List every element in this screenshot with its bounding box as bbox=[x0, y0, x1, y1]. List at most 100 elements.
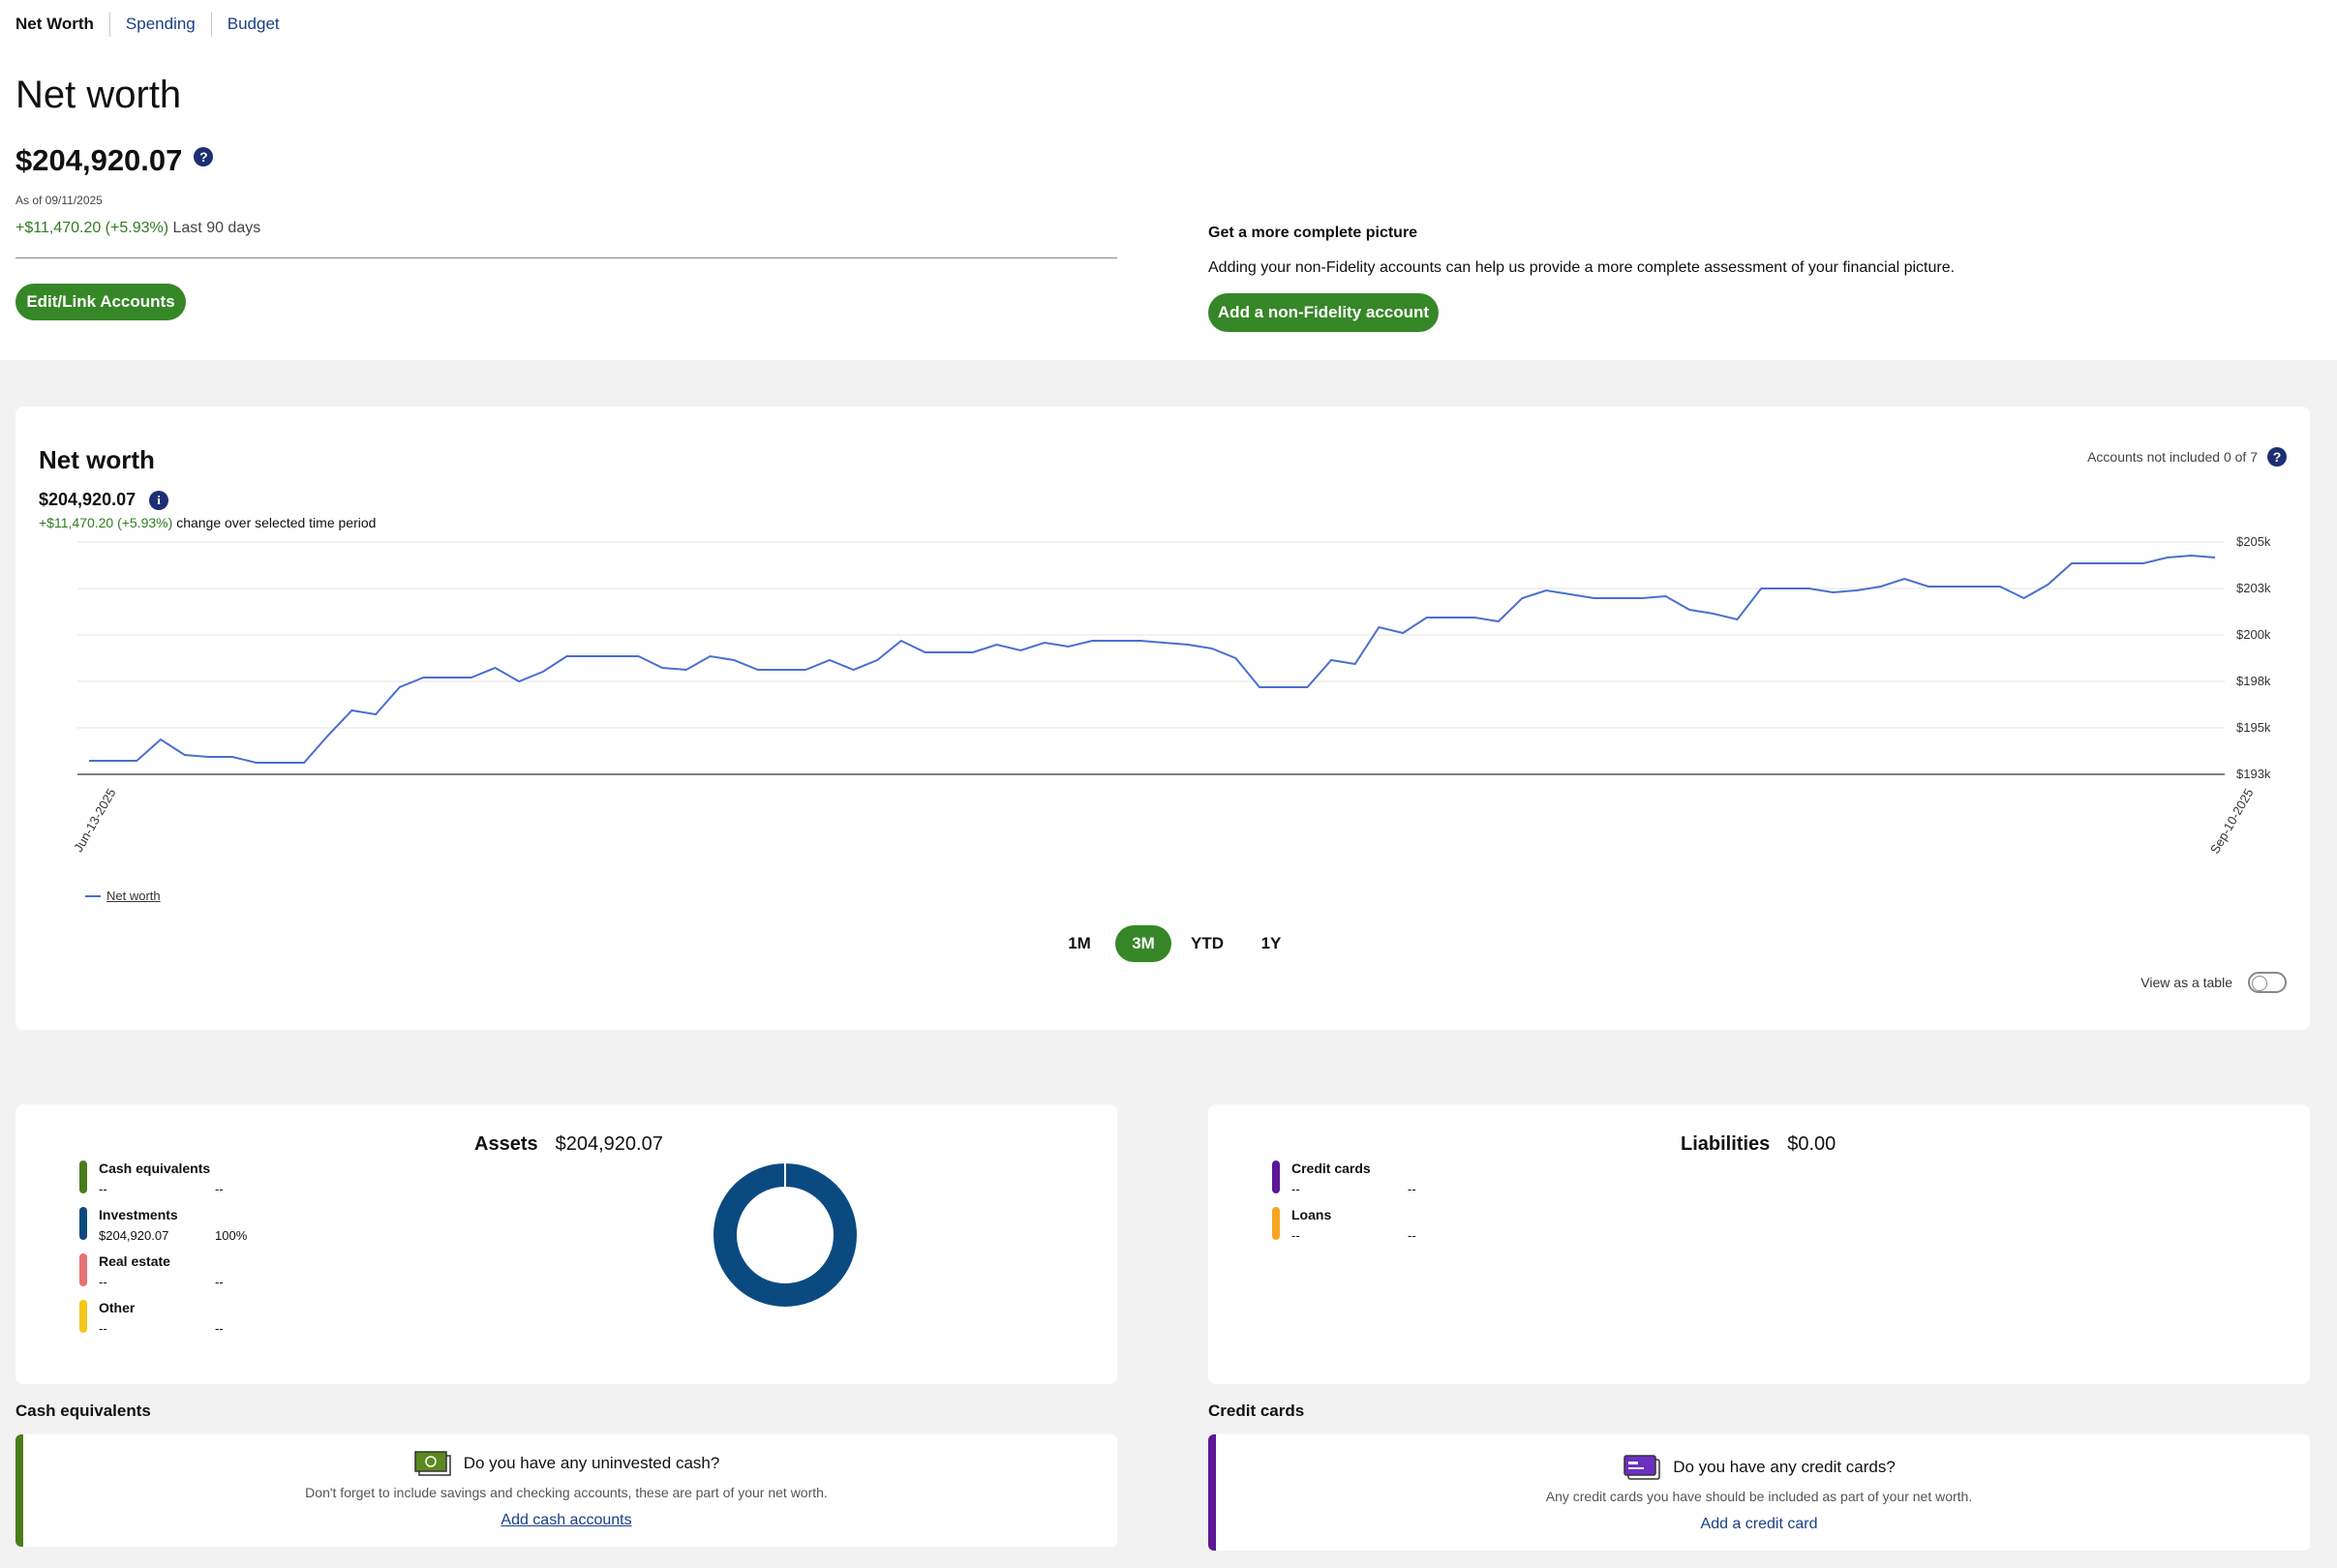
x-tick-label: Sep-10-2025 bbox=[2207, 786, 2257, 857]
asset-name: Other bbox=[99, 1300, 136, 1315]
liability-value: -- bbox=[1291, 1228, 1300, 1243]
tab-bar: Net Worth Spending Budget bbox=[15, 12, 295, 37]
assets-header: Assets $204,920.07 bbox=[474, 1133, 663, 1156]
view-as-table: View as a table bbox=[2140, 972, 2287, 993]
asset-item-cash: Cash equivalents -- -- bbox=[79, 1161, 224, 1196]
chart-title: Net worth bbox=[39, 445, 155, 474]
net-worth-value-row: $204,920.07 ? bbox=[15, 143, 214, 178]
cash-equivalents-section-label: Cash equivalents bbox=[15, 1402, 151, 1420]
liabilities-header: Liabilities $0.00 bbox=[1681, 1133, 1836, 1156]
asset-value: $204,920.07 bbox=[99, 1228, 169, 1243]
view-as-table-toggle[interactable] bbox=[2248, 972, 2287, 993]
view-as-table-label: View as a table bbox=[2140, 975, 2232, 990]
assets-label: Assets bbox=[474, 1133, 538, 1155]
info-icon[interactable]: i bbox=[149, 490, 169, 510]
chart-legend: Net worth bbox=[85, 889, 161, 903]
picture-title: Get a more complete picture bbox=[1208, 225, 1418, 241]
cash-icon bbox=[413, 1451, 451, 1476]
donut-slice-investments bbox=[713, 1163, 857, 1307]
asset-value: -- bbox=[99, 1182, 107, 1196]
cash-description: Don't forget to include savings and chec… bbox=[305, 1485, 828, 1500]
y-tick-label: $198k bbox=[2236, 674, 2271, 688]
x-tick-label: Jun-13-2025 bbox=[71, 786, 118, 855]
page-title: Net worth bbox=[15, 74, 182, 116]
chart-change-amount: +$11,470.20 (+5.93%) bbox=[39, 515, 173, 530]
asset-name: Investments bbox=[99, 1207, 178, 1222]
net-worth-line-chart: $193k $195k $198k $200k $203k $205k Jun-13-202… bbox=[71, 534, 2271, 857]
credit-prompt-card: Do you have any credit cards? Any credit… bbox=[1208, 1434, 2310, 1551]
liability-pct: -- bbox=[1408, 1228, 1416, 1243]
asset-name: Real estate bbox=[99, 1253, 170, 1269]
liability-name: Credit cards bbox=[1291, 1161, 1371, 1176]
tab-spending[interactable]: Spending bbox=[108, 12, 211, 37]
divider bbox=[15, 257, 1117, 258]
liability-item-credit-cards: Credit cards -- -- bbox=[1272, 1161, 1416, 1196]
asset-color-bar bbox=[79, 1207, 87, 1240]
liability-color-bar bbox=[1272, 1207, 1280, 1240]
legend-net-worth[interactable]: Net worth bbox=[106, 889, 161, 903]
add-non-fidelity-account-button[interactable]: Add a non-Fidelity account bbox=[1208, 293, 1439, 332]
asset-name: Cash equivalents bbox=[99, 1161, 211, 1176]
add-cash-accounts-link[interactable]: Add cash accounts bbox=[15, 1512, 1117, 1529]
assets-card: Assets $204,920.07 Cash equivalents -- --… bbox=[15, 1104, 1117, 1384]
liability-value: -- bbox=[1291, 1182, 1300, 1196]
change-summary: +$11,470.20 (+5.93%) Last 90 days bbox=[15, 220, 260, 237]
assets-donut-chart bbox=[713, 1163, 857, 1307]
tab-net-worth[interactable]: Net Worth bbox=[15, 12, 109, 37]
period-1m[interactable]: 1M bbox=[1051, 925, 1108, 962]
cash-prompt-card: Do you have any uninvested cash? Don't f… bbox=[15, 1434, 1117, 1547]
y-tick-label: $203k bbox=[2236, 581, 2271, 595]
assets-total: $204,920.07 bbox=[555, 1133, 663, 1155]
period-3m[interactable]: 3M bbox=[1115, 925, 1171, 962]
liability-color-bar bbox=[1272, 1161, 1280, 1193]
asset-pct: 100% bbox=[215, 1228, 248, 1243]
asset-value: -- bbox=[99, 1321, 107, 1336]
credit-question-row: Do you have any credit cards? bbox=[1208, 1454, 2310, 1481]
help-icon[interactable]: ? bbox=[194, 147, 214, 166]
accounts-not-included: Accounts not included 0 of 7 ? bbox=[2087, 447, 2287, 467]
asset-item-investments: Investments $204,920.07 100% bbox=[79, 1207, 247, 1243]
period-1y[interactable]: 1Y bbox=[1243, 925, 1299, 962]
add-credit-card-link[interactable]: Add a credit card bbox=[1208, 1516, 2310, 1533]
credit-card-icon bbox=[1624, 1455, 1660, 1480]
asset-color-bar bbox=[79, 1161, 87, 1193]
asset-color-bar bbox=[79, 1253, 87, 1286]
accounts-not-included-text: Accounts not included 0 of 7 bbox=[2087, 449, 2258, 465]
liabilities-card: Liabilities $0.00 Credit cards -- -- Loan… bbox=[1208, 1104, 2310, 1384]
asset-pct: -- bbox=[215, 1182, 224, 1196]
y-tick-label: $205k bbox=[2236, 534, 2271, 549]
change-amount: +$11,470.20 (+5.93%) bbox=[15, 220, 169, 236]
asset-item-other: Other -- -- bbox=[79, 1300, 224, 1336]
asset-pct: -- bbox=[215, 1321, 224, 1336]
asset-pct: -- bbox=[215, 1275, 224, 1289]
as-of-date: As of 09/11/2025 bbox=[15, 194, 103, 207]
chart-change: +$11,470.20 (+5.93%) change over selecte… bbox=[39, 515, 376, 530]
y-tick-label: $200k bbox=[2236, 627, 2271, 642]
tab-budget[interactable]: Budget bbox=[210, 12, 295, 37]
liabilities-total: $0.00 bbox=[1787, 1133, 1836, 1155]
change-period: Last 90 days bbox=[172, 220, 261, 236]
period-selector: 1M 3M YTD 1Y bbox=[1051, 925, 1299, 962]
y-tick-label: $193k bbox=[2236, 767, 2271, 781]
help-icon[interactable]: ? bbox=[2267, 447, 2287, 467]
asset-color-bar bbox=[79, 1300, 87, 1333]
credit-description: Any credit cards you have should be incl… bbox=[1545, 1489, 1973, 1504]
top-section: Net Worth Spending Budget Net worth $204… bbox=[0, 0, 2337, 360]
y-tick-label: $195k bbox=[2236, 720, 2271, 735]
cash-question: Do you have any uninvested cash? bbox=[463, 1454, 720, 1472]
legend-swatch bbox=[85, 894, 101, 897]
chart-value: $204,920.07 bbox=[39, 490, 137, 509]
credit-cards-section-label: Credit cards bbox=[1208, 1402, 1305, 1420]
liability-item-loans: Loans -- -- bbox=[1272, 1207, 1416, 1243]
net-worth-series-line bbox=[89, 554, 2216, 764]
period-ytd[interactable]: YTD bbox=[1179, 925, 1235, 962]
liability-name: Loans bbox=[1291, 1207, 1332, 1222]
net-worth-value: $204,920.07 bbox=[15, 143, 183, 177]
liabilities-label: Liabilities bbox=[1681, 1133, 1771, 1155]
asset-value: -- bbox=[99, 1275, 107, 1289]
chart-value-row: $204,920.07 i bbox=[39, 490, 169, 510]
chart-change-suffix: change over selected time period bbox=[176, 515, 377, 530]
edit-link-accounts-button[interactable]: Edit/Link Accounts bbox=[15, 284, 186, 320]
picture-description: Adding your non-Fidelity accounts can he… bbox=[1208, 259, 1956, 276]
liability-pct: -- bbox=[1408, 1182, 1416, 1196]
